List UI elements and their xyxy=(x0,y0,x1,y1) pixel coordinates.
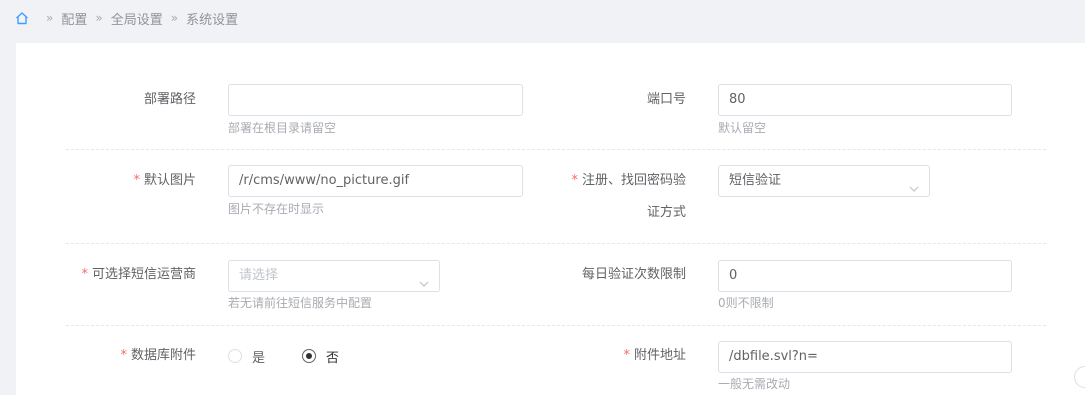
breadcrumb-separator: » xyxy=(95,11,103,25)
row-divider xyxy=(66,243,1046,244)
deploy-path-hint: 部署在根目录请留空 xyxy=(228,121,337,135)
verify-method-label: * 注册、找回密码验 xyxy=(571,173,686,188)
daily-limit-input[interactable]: 0 xyxy=(718,260,1012,292)
db-attachment-radio-no[interactable]: 否 xyxy=(302,346,339,366)
breadcrumb: » 配置 » 全局设置 » 系统设置 xyxy=(14,8,238,28)
home-icon[interactable] xyxy=(14,10,30,26)
db-attachment-label: * 数据库附件 xyxy=(120,348,196,363)
row-divider xyxy=(66,325,1046,326)
radio-label-no: 否 xyxy=(326,350,340,366)
breadcrumb-item-system-settings: 系统设置 xyxy=(186,12,239,28)
db-attachment-radio-yes[interactable]: 是 xyxy=(228,346,265,366)
chevron-down-icon xyxy=(419,271,429,287)
deploy-path-input[interactable] xyxy=(228,84,523,116)
sms-provider-label: * 可选择短信运营商 xyxy=(81,267,196,282)
radio-circle-checked[interactable] xyxy=(302,349,316,363)
daily-limit-label: 每日验证次数限制 xyxy=(581,267,686,282)
sms-provider-select[interactable]: 请选择 xyxy=(228,260,440,292)
verify-method-value: 短信验证 xyxy=(729,173,782,188)
sms-provider-placeholder: 请选择 xyxy=(239,268,279,283)
attachment-url-label: * 附件地址 xyxy=(623,348,686,363)
port-hint: 默认留空 xyxy=(718,121,767,135)
breadcrumb-separator: » xyxy=(170,11,179,25)
radio-circle[interactable] xyxy=(228,349,242,363)
radio-label-yes: 是 xyxy=(252,350,266,366)
default-image-label: * 默认图片 xyxy=(133,173,196,188)
sms-provider-hint: 若无请前往短信服务中配置 xyxy=(228,296,373,310)
deploy-path-label: 部署路径 xyxy=(143,92,196,107)
breadcrumb-item-config[interactable]: 配置 xyxy=(61,9,87,28)
verify-method-select[interactable]: 短信验证 xyxy=(718,165,930,197)
row-divider xyxy=(66,149,1046,150)
settings-form-panel: 部署路径 部署在根目录请留空 端口号 80 默认留空 * 默认图片 /r/cms/… xyxy=(16,43,1085,395)
chevron-down-icon xyxy=(909,176,919,192)
attachment-url-input[interactable]: /dbfile.svl?n= xyxy=(718,341,1012,373)
verify-method-label-line2: 证方式 xyxy=(646,205,686,220)
attachment-url-hint: 一般无需改动 xyxy=(718,377,791,391)
default-image-hint: 图片不存在时显示 xyxy=(228,202,325,216)
port-label: 端口号 xyxy=(646,92,686,107)
breadcrumb-item-global-settings[interactable]: 全局设置 xyxy=(111,9,163,28)
port-input[interactable]: 80 xyxy=(718,84,1012,116)
default-image-input[interactable]: /r/cms/www/no_picture.gif xyxy=(228,165,523,197)
breadcrumb-separator: » xyxy=(46,11,54,25)
daily-limit-hint: 0则不限制 xyxy=(718,296,774,310)
